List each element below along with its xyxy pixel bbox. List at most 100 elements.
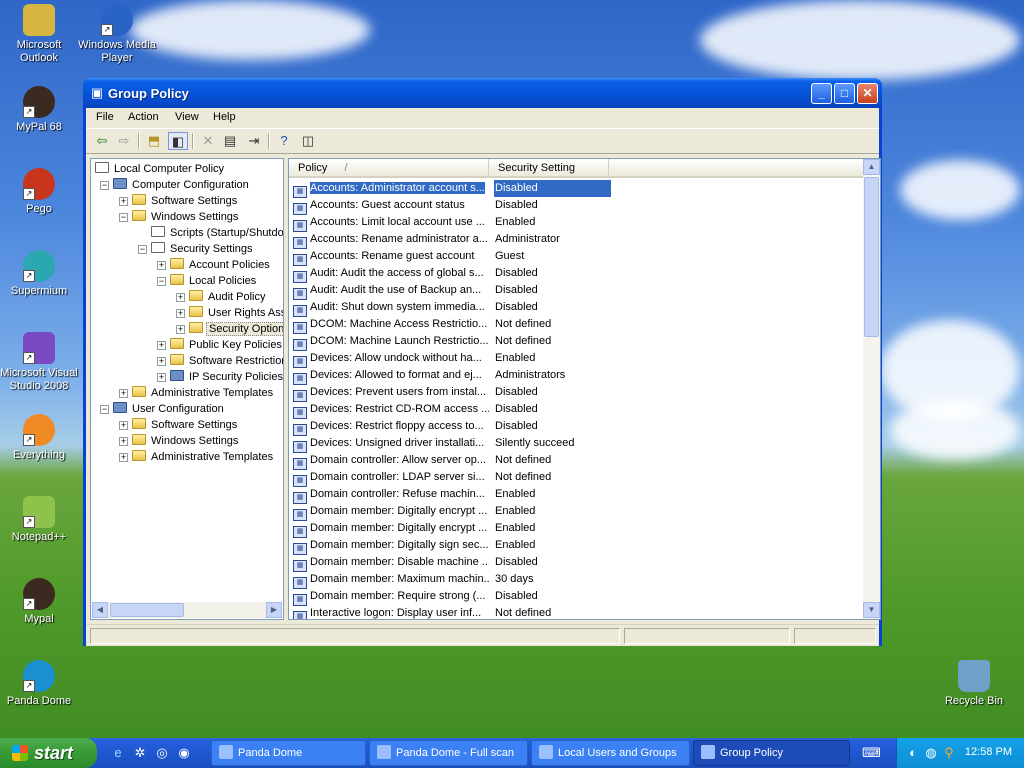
collapse-toggle[interactable]: − (100, 405, 109, 414)
expand-toggle[interactable]: + (176, 309, 185, 318)
expand-toggle[interactable]: + (119, 453, 128, 462)
network-icon[interactable]: ◐ (905, 745, 921, 761)
desktop-icon-pego[interactable]: ↗ Pego (0, 168, 78, 216)
taskbar-item-panda-dome-full-scan[interactable]: Panda Dome - Full scan (369, 740, 528, 766)
collapse-toggle[interactable]: − (157, 277, 166, 286)
taskbar-item-panda-dome[interactable]: Panda Dome (211, 740, 366, 766)
table-row[interactable]: ▦ Domain member: Disable machine ... Disab… (289, 554, 864, 572)
desktop-icon-everything[interactable]: ↗ Everything (0, 414, 78, 462)
show-desktop-icon[interactable]: ◉ (176, 745, 192, 761)
tree-node-cc-administrative-templates[interactable]: Administrative Templates (132, 385, 275, 401)
scroll-thumb[interactable] (110, 603, 184, 617)
expand-toggle[interactable]: + (176, 293, 185, 302)
desktop-icon-panda-dome[interactable]: ↗ Panda Dome (0, 660, 78, 708)
table-row[interactable]: ▦ Domain member: Digitally sign sec... Ena… (289, 537, 864, 555)
table-row[interactable]: ▦ Devices: Restrict floppy access to... Di… (289, 418, 864, 436)
table-row[interactable]: ▦ Audit: Shut down system immedia... Disab… (289, 299, 864, 317)
expand-toggle[interactable]: + (157, 261, 166, 270)
tree-node-user-rights-assignment[interactable]: User Rights Assignment (189, 305, 283, 321)
export-list-icon[interactable]: ⇥ (244, 132, 264, 150)
table-row[interactable]: ▦ Devices: Allow undock without ha... Enab… (289, 350, 864, 368)
delete-icon[interactable]: ✕ (198, 132, 218, 150)
forward-icon[interactable]: ⇨ (114, 132, 134, 150)
table-row[interactable]: ▦ Audit: Audit the use of Backup an... Dis… (289, 282, 864, 300)
table-row[interactable]: ▦ Domain member: Require strong (... Disab… (289, 588, 864, 606)
table-row[interactable]: ▦ Devices: Prevent users from instal... Di… (289, 384, 864, 402)
search-tray-icon[interactable]: ⚲ (941, 745, 957, 761)
tree-node-security-settings[interactable]: Security Settings (151, 241, 255, 257)
expand-toggle[interactable]: + (119, 389, 128, 398)
menu-help[interactable]: Help (213, 111, 236, 123)
desktop-icon-visual-studio[interactable]: ↗ Microsoft Visual Studio 2008 (0, 332, 78, 393)
tree-node-cc-windows-settings[interactable]: Windows Settings (132, 209, 240, 225)
table-row[interactable]: ▦ Domain controller: Refuse machin... Enab… (289, 486, 864, 504)
list-vertical-scrollbar[interactable]: ▲ ▼ (863, 159, 880, 619)
expand-toggle[interactable]: + (119, 437, 128, 446)
menu-action[interactable]: Action (128, 111, 159, 123)
desktop-icon-windows-media-player[interactable]: ↗ Windows Media Player (78, 4, 156, 65)
tree-node-local-computer-policy[interactable]: Local Computer Policy (95, 161, 226, 177)
menu-file[interactable]: File (96, 111, 114, 123)
table-row[interactable]: ▦ Audit: Audit the access of global s... D… (289, 265, 864, 283)
tree-node-local-policies[interactable]: Local Policies (170, 273, 258, 289)
tree-node-audit-policy[interactable]: Audit Policy (189, 289, 267, 305)
table-row[interactable]: ▦ Accounts: Guest account status Disabled (289, 197, 864, 215)
minimize-button[interactable]: _ (811, 83, 832, 104)
desktop-icon-mypal-68[interactable]: ↗ MyPal 68 (0, 86, 78, 134)
tree-node-computer-configuration[interactable]: Computer Configuration (113, 177, 251, 193)
scroll-thumb[interactable] (864, 177, 879, 337)
expand-toggle[interactable]: + (119, 421, 128, 430)
table-row[interactable]: ▦ Accounts: Limit local account use ... En… (289, 214, 864, 232)
expand-toggle[interactable]: + (157, 357, 166, 366)
panda-tray-icon[interactable]: ◍ (923, 745, 939, 761)
mypal-quicklaunch-icon[interactable]: ✲ (132, 745, 148, 761)
up-folder-icon[interactable]: ⬒ (144, 132, 164, 150)
taskbar-item-local-users-and-groups[interactable]: Local Users and Groups (531, 740, 690, 766)
expand-toggle[interactable]: + (157, 341, 166, 350)
desktop-icon-notepad-plus-plus[interactable]: ↗ Notepad++ (0, 496, 78, 544)
desktop-icon-supermium[interactable]: ↗ Supermium (0, 250, 78, 298)
scroll-up-button[interactable]: ▲ (863, 159, 880, 175)
tree-node-ip-security-policies[interactable]: IP Security Policies (170, 369, 283, 385)
maximize-button[interactable]: □ (834, 83, 855, 104)
scroll-down-button[interactable]: ▼ (863, 602, 880, 618)
table-row[interactable]: ▦ Accounts: Rename administrator a... Admi… (289, 231, 864, 249)
media-player-quicklaunch-icon[interactable]: ◎ (154, 745, 170, 761)
help-icon[interactable]: ? (274, 132, 294, 150)
collapse-toggle[interactable]: − (138, 245, 147, 254)
clock[interactable]: 12:58 PM (965, 746, 1012, 758)
table-row[interactable]: ▦ Domain controller: Allow server op... No… (289, 452, 864, 470)
table-row[interactable]: ▦ Domain member: Digitally encrypt ... Ena… (289, 503, 864, 521)
table-row[interactable]: ▦ Devices: Unsigned driver installati... S… (289, 435, 864, 453)
tree-node-security-options[interactable]: Security Options (189, 321, 283, 337)
collapse-toggle[interactable]: − (119, 213, 128, 222)
show-hide-tree-icon[interactable]: ◧ (168, 132, 188, 150)
tree-node-uc-windows-settings[interactable]: Windows Settings (132, 433, 240, 449)
keyboard-layout-icon[interactable]: ⌨ (862, 745, 881, 761)
title-bar[interactable]: ▣ Group Policy _ □ ✕ (83, 78, 882, 108)
table-row[interactable]: ▦ Accounts: Administrator account s... Dis… (289, 180, 864, 198)
scroll-right-button[interactable]: ▶ (266, 602, 282, 618)
close-button[interactable]: ✕ (857, 83, 878, 104)
table-row[interactable]: ▦ Devices: Restrict CD-ROM access ... Disa… (289, 401, 864, 419)
expand-toggle[interactable]: + (119, 197, 128, 206)
scroll-left-button[interactable]: ◀ (92, 602, 108, 618)
table-row[interactable]: ▦ DCOM: Machine Access Restrictio... Not d… (289, 316, 864, 334)
taskbar-item-group-policy[interactable]: Group Policy (693, 740, 850, 766)
table-row[interactable]: ▦ Domain member: Digitally encrypt ... Ena… (289, 520, 864, 538)
table-row[interactable]: ▦ Devices: Allowed to format and ej... Adm… (289, 367, 864, 385)
tree-node-uc-software-settings[interactable]: Software Settings (132, 417, 239, 433)
table-row[interactable]: ▦ Accounts: Rename guest account Guest (289, 248, 864, 266)
collapse-toggle[interactable]: − (100, 181, 109, 190)
table-row[interactable]: ▦ Interactive logon: Display user inf... N… (289, 605, 864, 619)
console-icon[interactable]: ◫ (298, 132, 318, 150)
menu-view[interactable]: View (175, 111, 199, 123)
expand-toggle[interactable]: + (157, 373, 166, 382)
column-header-policy[interactable]: Policy / (289, 159, 489, 178)
back-icon[interactable]: ⇦ (92, 132, 112, 150)
tree-node-cc-software-settings[interactable]: Software Settings (132, 193, 239, 209)
desktop-icon-recycle-bin[interactable]: Recycle Bin (935, 660, 1013, 708)
table-row[interactable]: ▦ Domain controller: LDAP server si... Not… (289, 469, 864, 487)
table-row[interactable]: ▦ DCOM: Machine Launch Restrictio... Not d… (289, 333, 864, 351)
desktop-icon-mypal[interactable]: ↗ Mypal (0, 578, 78, 626)
